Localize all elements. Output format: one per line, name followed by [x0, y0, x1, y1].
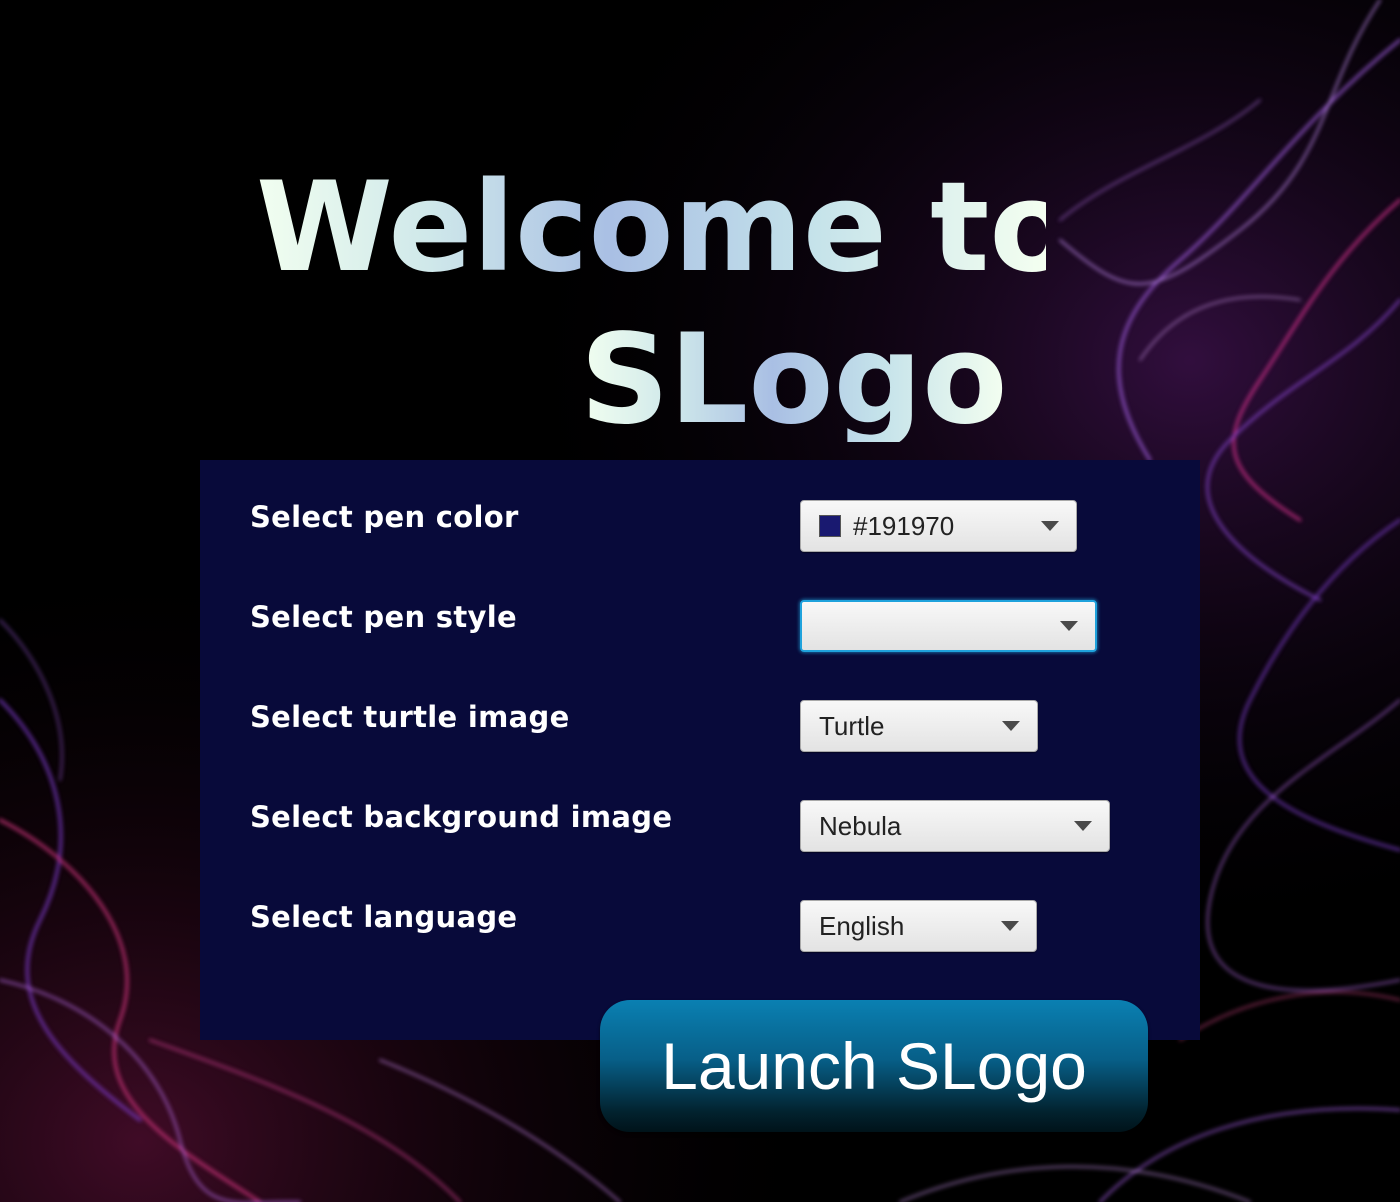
chevron-down-icon — [1074, 821, 1092, 831]
pen-style-label: Select pen style — [250, 600, 517, 634]
chevron-down-icon — [1060, 621, 1078, 631]
language-label: Select language — [250, 900, 518, 934]
turtle-image-select[interactable]: Turtle — [800, 700, 1038, 752]
chevron-down-icon — [1001, 921, 1019, 931]
turtle-image-label: Select turtle image — [250, 700, 570, 734]
turtle-image-value: Turtle — [819, 710, 885, 741]
welcome-title-line2: SLogo — [580, 308, 1008, 452]
chevron-down-icon — [1041, 521, 1059, 531]
language-select[interactable]: English — [800, 900, 1037, 952]
background-image-value: Nebula — [819, 810, 902, 841]
color-swatch — [819, 515, 841, 537]
chevron-down-icon — [1002, 721, 1020, 731]
settings-panel: Select pen color #191970 Select pen styl… — [200, 460, 1200, 1040]
pen-style-select[interactable] — [800, 600, 1097, 652]
background-image-select[interactable]: Nebula — [800, 800, 1110, 852]
launch-slogo-button[interactable]: Launch SLogo — [600, 1000, 1148, 1132]
background-image-label: Select background image — [250, 800, 673, 834]
language-value: English — [819, 910, 905, 941]
pen-color-picker[interactable]: #191970 — [800, 500, 1077, 552]
welcome-title-line1: Welcome to — [256, 156, 1075, 300]
pen-color-label: Select pen color — [250, 500, 519, 534]
pen-color-value: #191970 — [853, 510, 955, 541]
